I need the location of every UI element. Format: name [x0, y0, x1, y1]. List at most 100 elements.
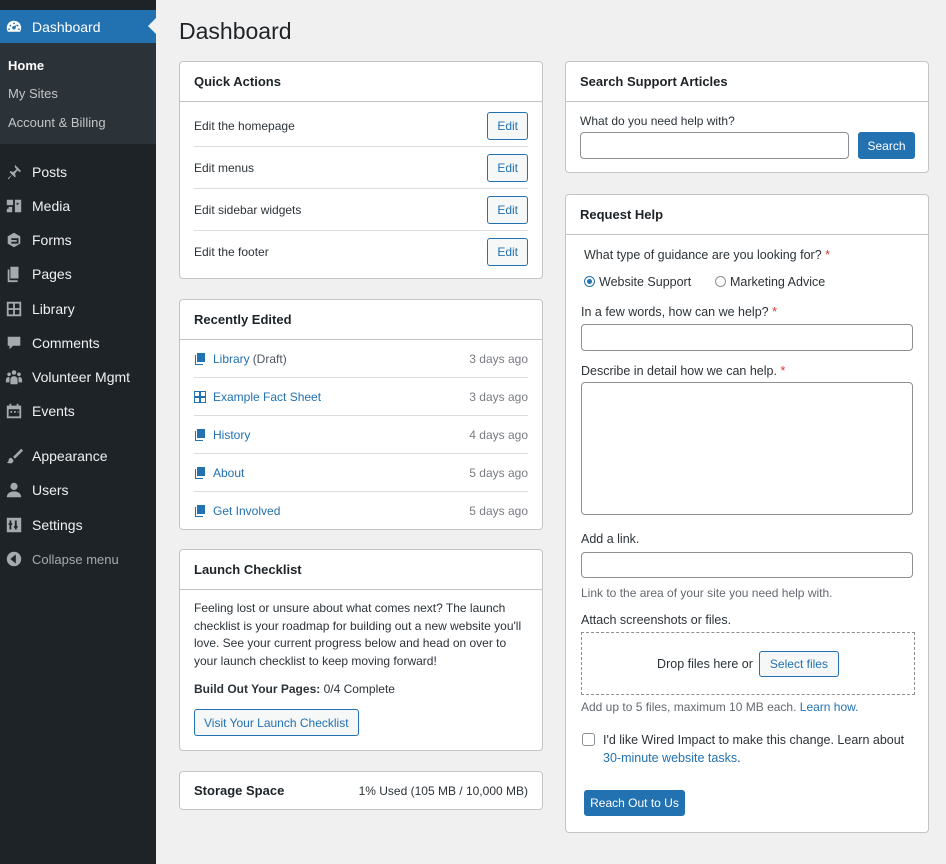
quick-action-label: Edit menus: [194, 160, 255, 175]
sidebar-item-dashboard[interactable]: Dashboard: [0, 10, 156, 43]
calendar-icon: [4, 401, 24, 421]
edit-sidebar-widgets-button[interactable]: Edit: [487, 195, 528, 224]
dashboard-icon: [4, 17, 24, 37]
pin-icon: [4, 162, 24, 182]
sidebar-item-users[interactable]: Users: [0, 475, 156, 505]
website-tasks-link[interactable]: 30-minute website tasks: [603, 751, 737, 765]
recent-item-row: Library (Draft) 3 days ago: [194, 340, 528, 378]
recent-item-link[interactable]: About: [213, 466, 244, 480]
recent-item-link[interactable]: Library: [213, 352, 250, 366]
recent-item-row: Get Involved 5 days ago: [194, 492, 528, 530]
edit-homepage-button[interactable]: Edit: [487, 111, 528, 140]
panel-title: Request Help: [566, 195, 928, 235]
submenu-home[interactable]: Home: [8, 58, 44, 73]
launch-checklist-panel: Launch Checklist Feeling lost or unsure …: [179, 549, 543, 751]
sidebar-item-label: Users: [32, 482, 69, 498]
radio-label: Marketing Advice: [730, 275, 826, 289]
settings-icon: [4, 515, 24, 535]
panel-title: Quick Actions: [180, 62, 542, 102]
search-support-panel: Search Support Articles What do you need…: [565, 61, 929, 173]
drop-text: Drop files here or: [657, 656, 753, 671]
sidebar-item-label: Library: [32, 301, 75, 317]
recent-item-time: 4 days ago: [469, 427, 528, 442]
sidebar-item-appearance[interactable]: Appearance: [0, 441, 156, 471]
quick-action-label: Edit the homepage: [194, 118, 295, 133]
required-marker: *: [772, 305, 777, 319]
sidebar-item-forms[interactable]: Forms: [0, 225, 156, 255]
page-icon: [194, 428, 206, 441]
comment-icon: [4, 333, 24, 353]
recently-edited-panel: Recently Edited Library (Draft) 3 days a…: [179, 299, 543, 530]
detail-help-textarea[interactable]: [581, 382, 913, 515]
page-icon: [194, 505, 206, 517]
pages-icon: [4, 264, 24, 284]
sidebar-item-label: Media: [32, 198, 71, 214]
sidebar-item-volunteer-mgmt[interactable]: Volunteer Mgmt: [0, 362, 156, 392]
recent-item-link[interactable]: Get Involved: [213, 504, 280, 518]
panel-title: Search Support Articles: [566, 62, 928, 102]
sidebar-item-label: Volunteer Mgmt: [32, 369, 131, 385]
sidebar-item-label: Events: [32, 403, 75, 419]
search-button[interactable]: Search: [858, 132, 915, 159]
recent-item-status: (Draft): [252, 351, 287, 366]
recent-item-row: History 4 days ago: [194, 416, 528, 454]
search-input[interactable]: [580, 132, 849, 159]
radio-unchecked-icon: [715, 276, 726, 287]
grid-icon: [194, 390, 206, 403]
quick-action-label: Edit the footer: [194, 245, 269, 259]
sidebar-item-posts[interactable]: Posts: [0, 157, 156, 187]
edit-footer-button[interactable]: Edit: [487, 238, 528, 266]
select-files-button[interactable]: Select files: [758, 650, 839, 677]
recent-item-time: 5 days ago: [469, 504, 528, 518]
recent-item-row: About 5 days ago: [194, 454, 528, 492]
launch-checklist-progress: Build Out Your Pages: 0/4 Complete: [194, 682, 395, 696]
visit-launch-checklist-button[interactable]: Visit Your Launch Checklist: [194, 709, 359, 736]
quick-actions-panel: Quick Actions Edit the homepage Edit Edi…: [179, 61, 543, 279]
submenu-my-sites[interactable]: My Sites: [8, 86, 58, 101]
recent-item-time: 3 days ago: [469, 351, 528, 366]
recent-item-link[interactable]: Example Fact Sheet: [213, 390, 321, 404]
radio-marketing-advice[interactable]: Marketing Advice: [715, 275, 825, 289]
sidebar-item-label: Posts: [32, 164, 68, 180]
consent-checkbox[interactable]: [582, 733, 595, 746]
file-dropzone[interactable]: Drop files here or Select files: [581, 632, 915, 695]
detail-help-label: Describe in detail how we can help. *: [581, 364, 786, 378]
sidebar-item-library[interactable]: Library: [0, 294, 156, 324]
add-link-label: Add a link.: [581, 532, 640, 546]
learn-how-link[interactable]: Learn how.: [800, 700, 859, 714]
radio-website-support[interactable]: Website Support: [584, 275, 691, 289]
edit-menus-button[interactable]: Edit: [487, 153, 528, 182]
sidebar-item-pages[interactable]: Pages: [0, 259, 156, 289]
link-help-text: Link to the area of your site you need h…: [581, 586, 833, 600]
recent-item-link[interactable]: History: [213, 428, 250, 442]
volunteer-icon: [4, 367, 24, 387]
sidebar-item-settings[interactable]: Settings: [0, 510, 156, 540]
library-icon: [4, 299, 24, 319]
user-icon: [4, 480, 24, 500]
radio-checked-icon: [584, 276, 595, 287]
short-help-label: In a few words, how can we help? *: [581, 305, 777, 319]
sidebar-item-media[interactable]: Media: [0, 191, 156, 221]
sidebar-item-label: Comments: [32, 335, 100, 351]
radio-label: Website Support: [599, 275, 692, 289]
reach-out-button[interactable]: Reach Out to Us: [584, 790, 685, 816]
quick-action-row: Edit the footer Edit: [194, 231, 528, 273]
attach-help-text: Add up to 5 files, maximum 10 MB each. L…: [581, 700, 859, 714]
collapse-menu-label: Collapse menu: [32, 551, 119, 567]
page-title: Dashboard: [179, 18, 292, 44]
brush-icon: [4, 446, 24, 466]
short-help-input[interactable]: [581, 324, 913, 351]
launch-checklist-text: Feeling lost or unsure about what comes …: [194, 601, 522, 668]
link-input[interactable]: [581, 552, 913, 578]
sidebar-item-comments[interactable]: Comments: [0, 328, 156, 358]
sidebar-item-events[interactable]: Events: [0, 396, 156, 426]
collapse-menu-button[interactable]: Collapse menu: [0, 544, 156, 574]
quick-action-row: Edit menus Edit: [194, 147, 528, 189]
progress-label: Build Out Your Pages:: [194, 682, 321, 696]
media-icon: [4, 196, 24, 216]
required-marker: *: [780, 364, 786, 378]
required-marker: *: [825, 248, 831, 262]
submenu-account-billing[interactable]: Account & Billing: [8, 115, 106, 130]
sidebar-item-label: Forms: [32, 232, 72, 248]
page-icon: [194, 352, 206, 365]
